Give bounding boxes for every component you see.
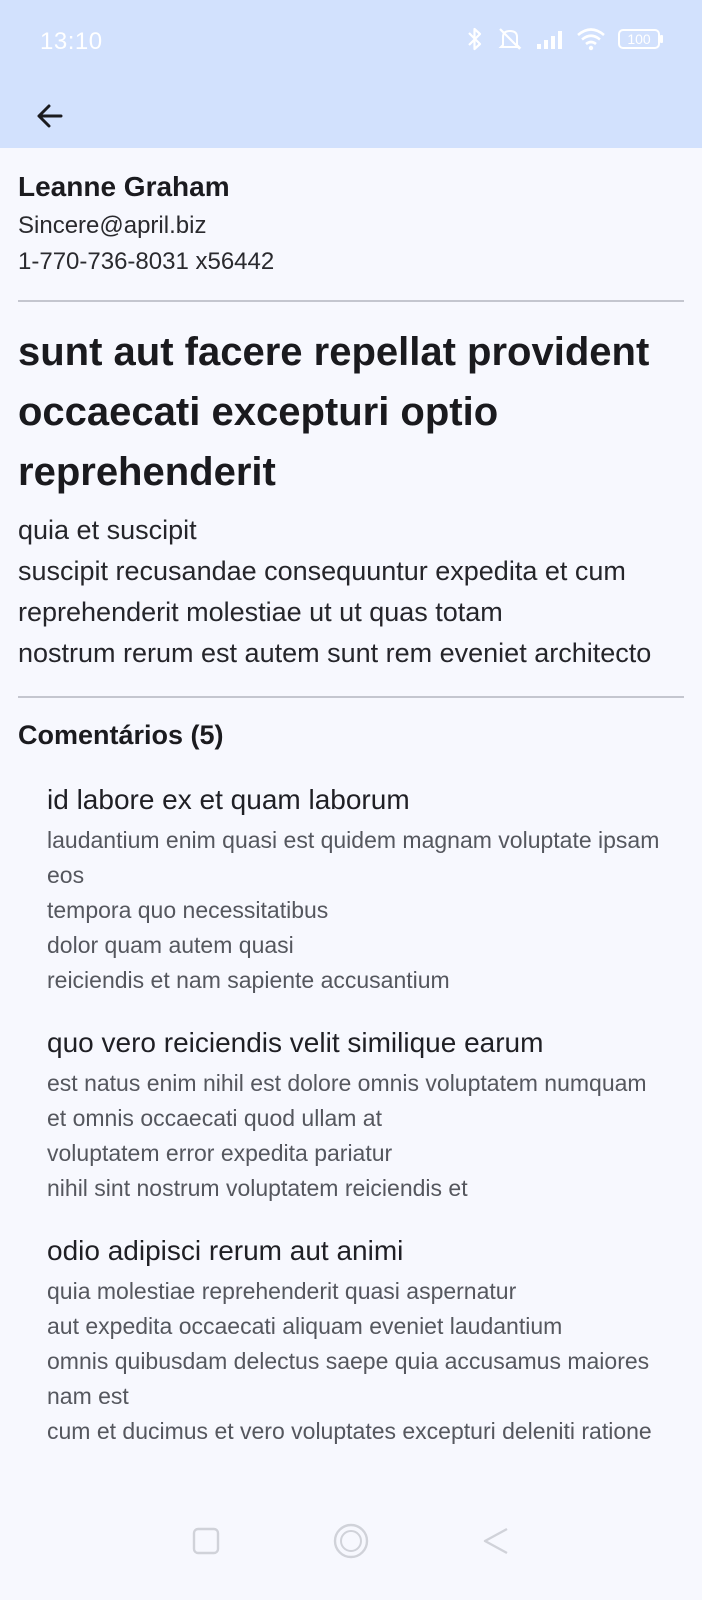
back-button[interactable] [24,92,76,144]
author-email: Sincere@april.biz [18,212,207,239]
post-detail: Leanne Graham Sincere@april.biz 1-770-73… [18,148,684,1475]
app-bar [0,84,702,148]
comment-body: est natus enim nihil est dolore omnis vo… [47,1070,647,1201]
signal-icon [536,28,564,50]
status-bar: 13:10 100 [0,0,702,84]
comments-heading: Comentários (5) [18,720,224,750]
comment-body: quia molestiae reprehenderit quasi asper… [47,1278,652,1444]
comment-body: laudantium enim quasi est quidem magnam … [47,827,660,993]
wifi-icon [576,27,606,51]
comment-title: id labore ex et quam laborum [47,784,410,815]
status-time: 13:10 [40,28,103,55]
status-icons: 100 [466,26,664,52]
post-title: sunt aut facere repellat provident occae… [18,330,650,494]
comment-title: quo vero reiciendis velit similique earu… [47,1027,544,1058]
comment-item: quo vero reiciendis velit similique earu… [47,1024,684,1206]
author-phone: 1-770-736-8031 x56442 [18,248,275,275]
bluetooth-icon [466,26,484,52]
mute-icon [496,26,524,52]
back-triangle-icon[interactable] [481,1526,511,1561]
comment-item: odio adipisci rerum aut animi quia moles… [47,1232,684,1449]
home-circle-icon[interactable] [331,1521,371,1566]
comment-item: id labore ex et quam laborum laudantium … [47,781,684,998]
recents-square-icon[interactable] [191,1526,221,1561]
post-body: quia et suscipit suscipit recusandae con… [18,515,652,668]
arrow-left-icon [34,100,66,137]
comment-title: odio adipisci rerum aut animi [47,1235,404,1266]
system-nav-bar [0,1486,702,1600]
author-name: Leanne Graham [18,171,230,202]
battery-icon: 100 [618,28,664,50]
divider [18,300,684,302]
divider [18,696,684,698]
battery-level: 100 [627,31,651,47]
